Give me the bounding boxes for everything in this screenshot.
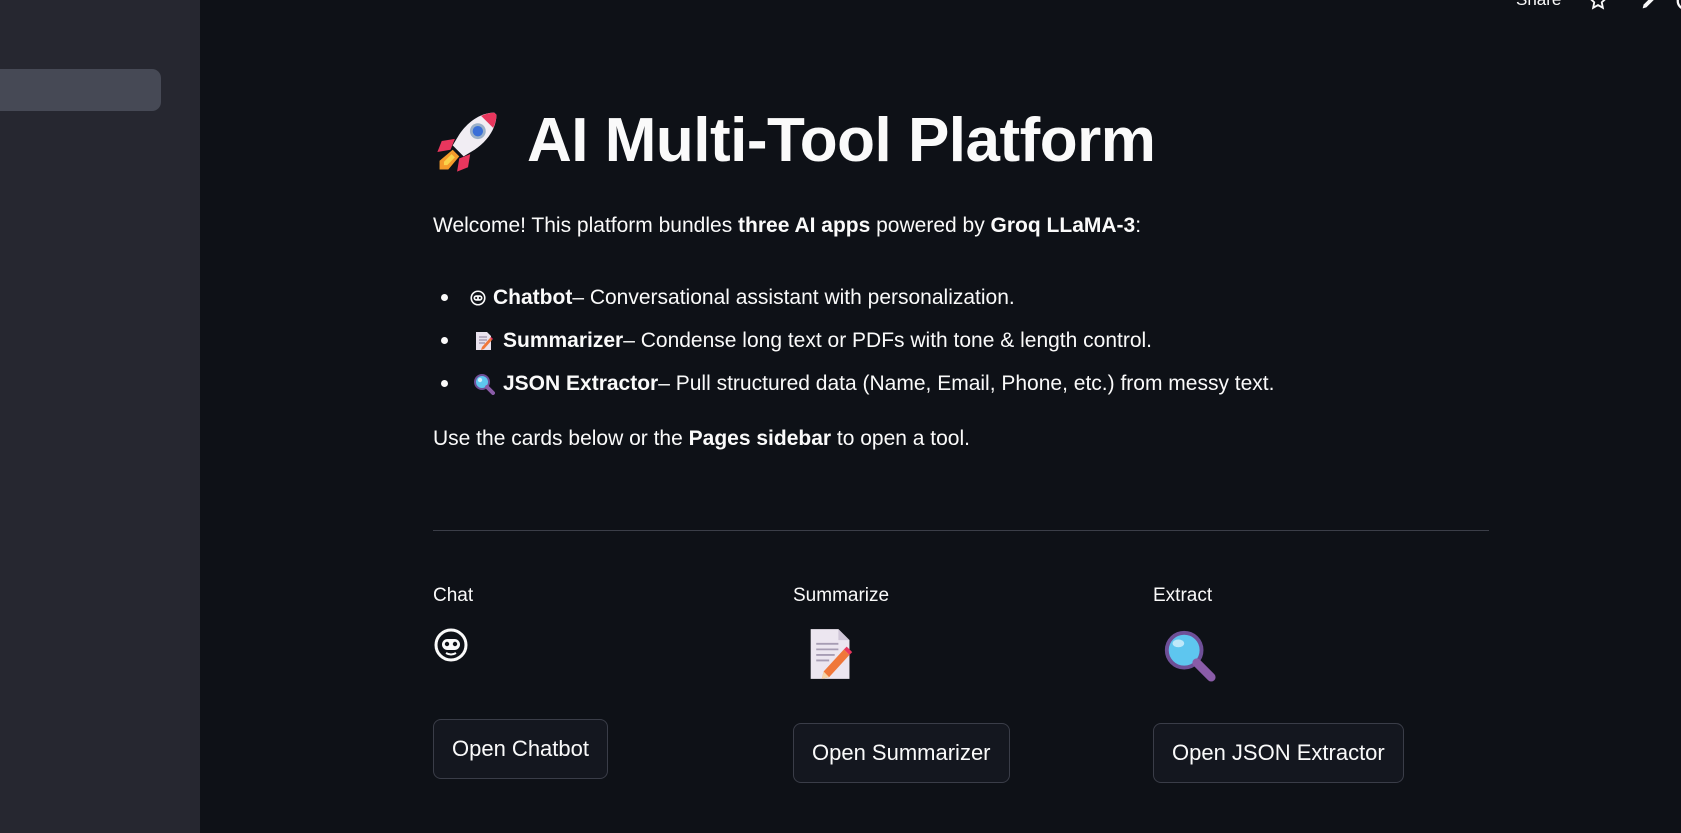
list-item: Chatbot – Conversational assistant with … [433, 276, 1274, 319]
sidebar-nav-item[interactable] [0, 69, 161, 111]
memo-icon [473, 330, 495, 352]
magnifier-icon [473, 373, 495, 395]
sidebar [0, 0, 200, 833]
card-extract: Extract Open JSON Extractor [1153, 585, 1473, 783]
star-icon[interactable] [1587, 0, 1609, 12]
page-title-text: AI Multi-Tool Platform [527, 106, 1156, 175]
magnifier-icon [1161, 627, 1217, 688]
open-summarizer-button[interactable]: Open Summarizer [793, 723, 1010, 783]
list-item: JSON Extractor – Pull structured data (N… [433, 362, 1274, 405]
outro-text: Use the cards below or the Pages sidebar… [433, 427, 970, 450]
feature-list: Chatbot – Conversational assistant with … [433, 276, 1274, 405]
open-chatbot-button[interactable]: Open Chatbot [433, 719, 608, 779]
list-item: Summarizer – Condense long text or PDFs … [433, 319, 1274, 362]
edit-icon[interactable] [1639, 0, 1661, 12]
divider [433, 530, 1489, 531]
card-summarize: Summarize Open Summarizer [793, 585, 1113, 783]
github-icon[interactable] [1675, 0, 1681, 12]
card-label: Chat [433, 585, 474, 606]
card-label: Extract [1153, 585, 1213, 606]
robot-face-icon [467, 287, 489, 309]
card-chat: Chat Open Chatbot [433, 585, 753, 779]
share-button[interactable]: Share [1516, 0, 1561, 10]
top-toolbar: Share [1381, 0, 1681, 12]
robot-face-icon [433, 627, 469, 668]
page-title: AI Multi-Tool Platform [433, 105, 1156, 176]
open-json-extractor-button[interactable]: Open JSON Extractor [1153, 723, 1404, 783]
card-label: Summarize [793, 585, 890, 606]
rocket-icon [437, 112, 497, 172]
memo-icon [807, 627, 855, 686]
intro-text: Welcome! This platform bundles three AI … [433, 214, 1142, 237]
